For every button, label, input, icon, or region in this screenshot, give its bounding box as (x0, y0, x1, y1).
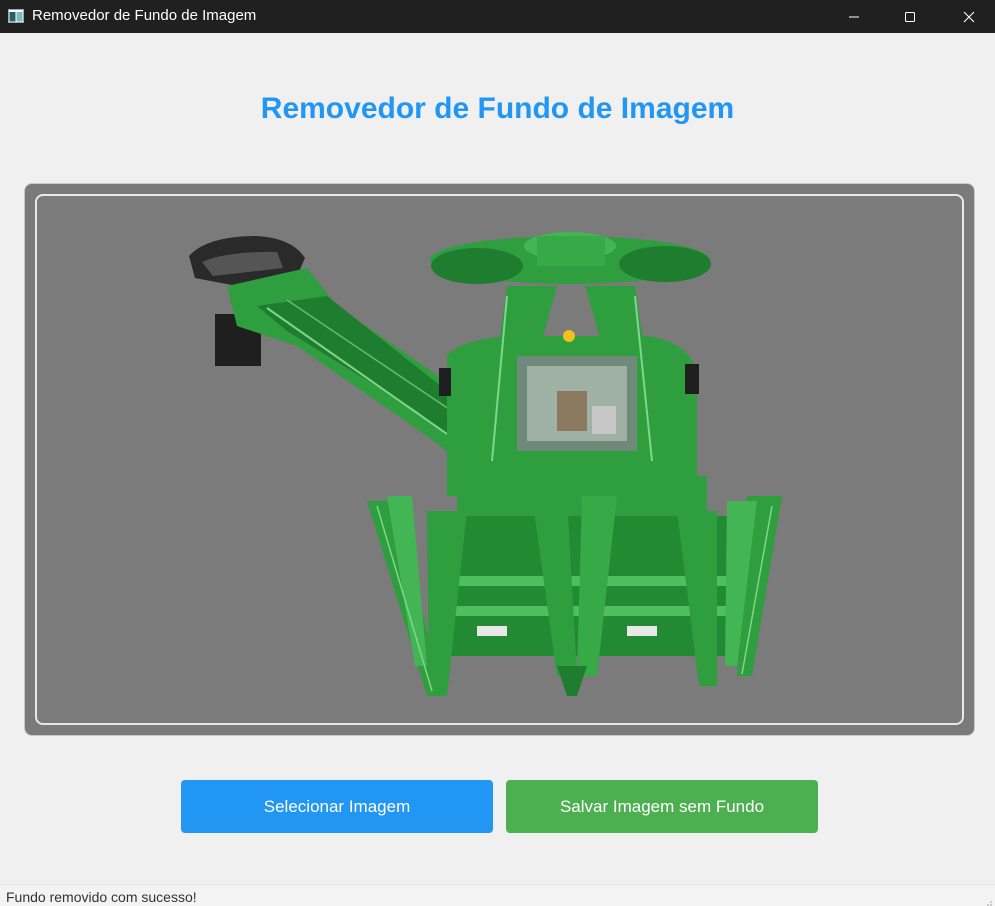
minimize-button[interactable] (831, 0, 877, 33)
image-preview-panel (24, 183, 975, 736)
resize-grip-icon[interactable] (983, 894, 993, 906)
status-bar: Fundo removido com sucesso! (0, 884, 995, 906)
maximize-button[interactable] (887, 0, 933, 33)
title-bar[interactable]: Removedor de Fundo de Imagem (0, 0, 995, 33)
app-window: Removedor de Fundo de Imagem Removedor d… (0, 0, 995, 906)
select-image-button[interactable]: Selecionar Imagem (181, 780, 493, 833)
window-title: Removedor de Fundo de Imagem (32, 7, 257, 24)
harvester-image (189, 232, 782, 696)
status-message: Fundo removido com sucesso! (6, 889, 197, 905)
save-image-button[interactable]: Salvar Imagem sem Fundo (506, 780, 818, 833)
close-icon (963, 11, 975, 22)
minimize-icon (849, 16, 859, 17)
app-window-icon (8, 8, 24, 24)
maximize-icon (905, 11, 915, 22)
close-button[interactable] (946, 0, 992, 33)
image-preview (35, 194, 964, 725)
page-title: Removedor de Fundo de Imagem (260, 92, 735, 125)
